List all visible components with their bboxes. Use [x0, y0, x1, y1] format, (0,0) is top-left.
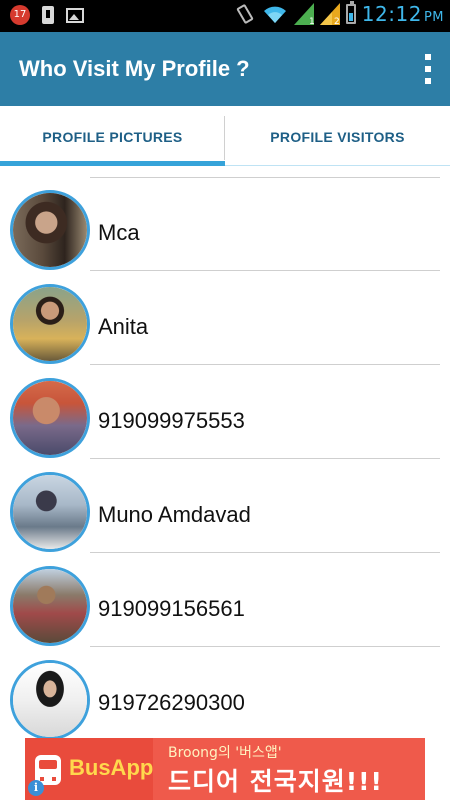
status-bar: 17 1 2 12:12 PM — [0, 0, 450, 32]
svg-text:2: 2 — [334, 17, 340, 25]
avatar-photo — [13, 287, 87, 361]
tab-underline — [225, 165, 450, 166]
list-item[interactable]: Anita — [0, 272, 450, 366]
tab-selected-indicator — [0, 161, 225, 166]
overflow-dot — [425, 66, 431, 72]
signal-1-icon: 1 — [293, 3, 314, 25]
avatar-photo — [13, 475, 87, 549]
svg-text:1: 1 — [309, 17, 314, 25]
list-divider — [90, 270, 440, 271]
tab-bar: PROFILE PICTURES PROFILE VISITORS — [0, 106, 450, 168]
app-bar: Who Visit My Profile ? — [0, 32, 450, 106]
list-divider — [90, 552, 440, 553]
list-item-name: Muno Amdavad — [98, 502, 251, 527]
ad-info-icon[interactable]: i — [28, 780, 44, 796]
list-item[interactable] — [0, 168, 450, 178]
image-icon — [66, 7, 84, 23]
list-divider — [90, 458, 440, 459]
tab-profile-visitors[interactable]: PROFILE VISITORS — [225, 106, 450, 168]
notification-badge-icon: 17 — [10, 5, 30, 25]
list-item-name: 919726290300 — [98, 690, 245, 715]
list-item-name: Anita — [98, 314, 149, 339]
avatar — [10, 284, 90, 364]
list-item[interactable]: 919726290300 — [0, 648, 450, 742]
avatar — [10, 472, 90, 552]
list-divider — [90, 646, 440, 647]
tab-label: PROFILE VISITORS — [270, 129, 405, 145]
wifi-icon — [263, 6, 286, 23]
app-title: Who Visit My Profile ? — [19, 56, 250, 81]
list-item[interactable]: 919099975553 — [0, 366, 450, 460]
ad-brand-block: BusApp — [25, 738, 153, 800]
avatar — [10, 190, 90, 270]
list-item-name: 919099975553 — [98, 408, 245, 433]
avatar-photo — [13, 193, 87, 267]
overflow-dot — [425, 54, 431, 60]
list-item-name: Mca — [98, 220, 140, 245]
ad-banner[interactable]: BusApp Broong의 '버스앱' 드디어 전국지원!!! — [25, 738, 425, 800]
vibrate-icon — [236, 4, 253, 24]
list-divider — [90, 364, 440, 365]
list-item[interactable]: Muno Amdavad — [0, 460, 450, 554]
signal-2-icon: 2 — [319, 3, 340, 25]
overflow-dot — [425, 78, 431, 84]
avatar-photo — [13, 663, 87, 737]
status-bar-left: 17 — [10, 5, 84, 25]
app-screen: 17 1 2 12:12 PM Who Visit My Profile ? P… — [0, 0, 450, 800]
ad-brand: BusApp — [69, 755, 154, 780]
avatar-photo — [13, 381, 87, 455]
status-bar-right: 1 2 12:12 PM — [234, 1, 444, 26]
avatar — [10, 566, 90, 646]
avatar — [10, 660, 90, 740]
sim-card-icon — [42, 6, 54, 24]
battery-icon — [345, 1, 356, 24]
list-item-name: 919099156561 — [98, 596, 245, 621]
tab-profile-pictures[interactable]: PROFILE PICTURES — [0, 106, 225, 168]
more-vertical-icon[interactable] — [420, 52, 436, 86]
status-time: 12:12 PM — [361, 2, 444, 26]
ad-tagline: Broong의 '버스앱' — [168, 745, 282, 761]
tab-label: PROFILE PICTURES — [42, 129, 183, 145]
status-ampm: PM — [423, 10, 444, 25]
ad-headline: 드디어 전국지원!!! — [168, 767, 383, 796]
avatar — [10, 378, 90, 458]
avatar-photo — [13, 569, 87, 643]
list-item[interactable]: 919099156561 — [0, 554, 450, 648]
profile-list: Mca Anita 919099975553 Muno Amdavad 9190… — [0, 168, 450, 800]
list-item[interactable]: Mca — [0, 178, 450, 272]
